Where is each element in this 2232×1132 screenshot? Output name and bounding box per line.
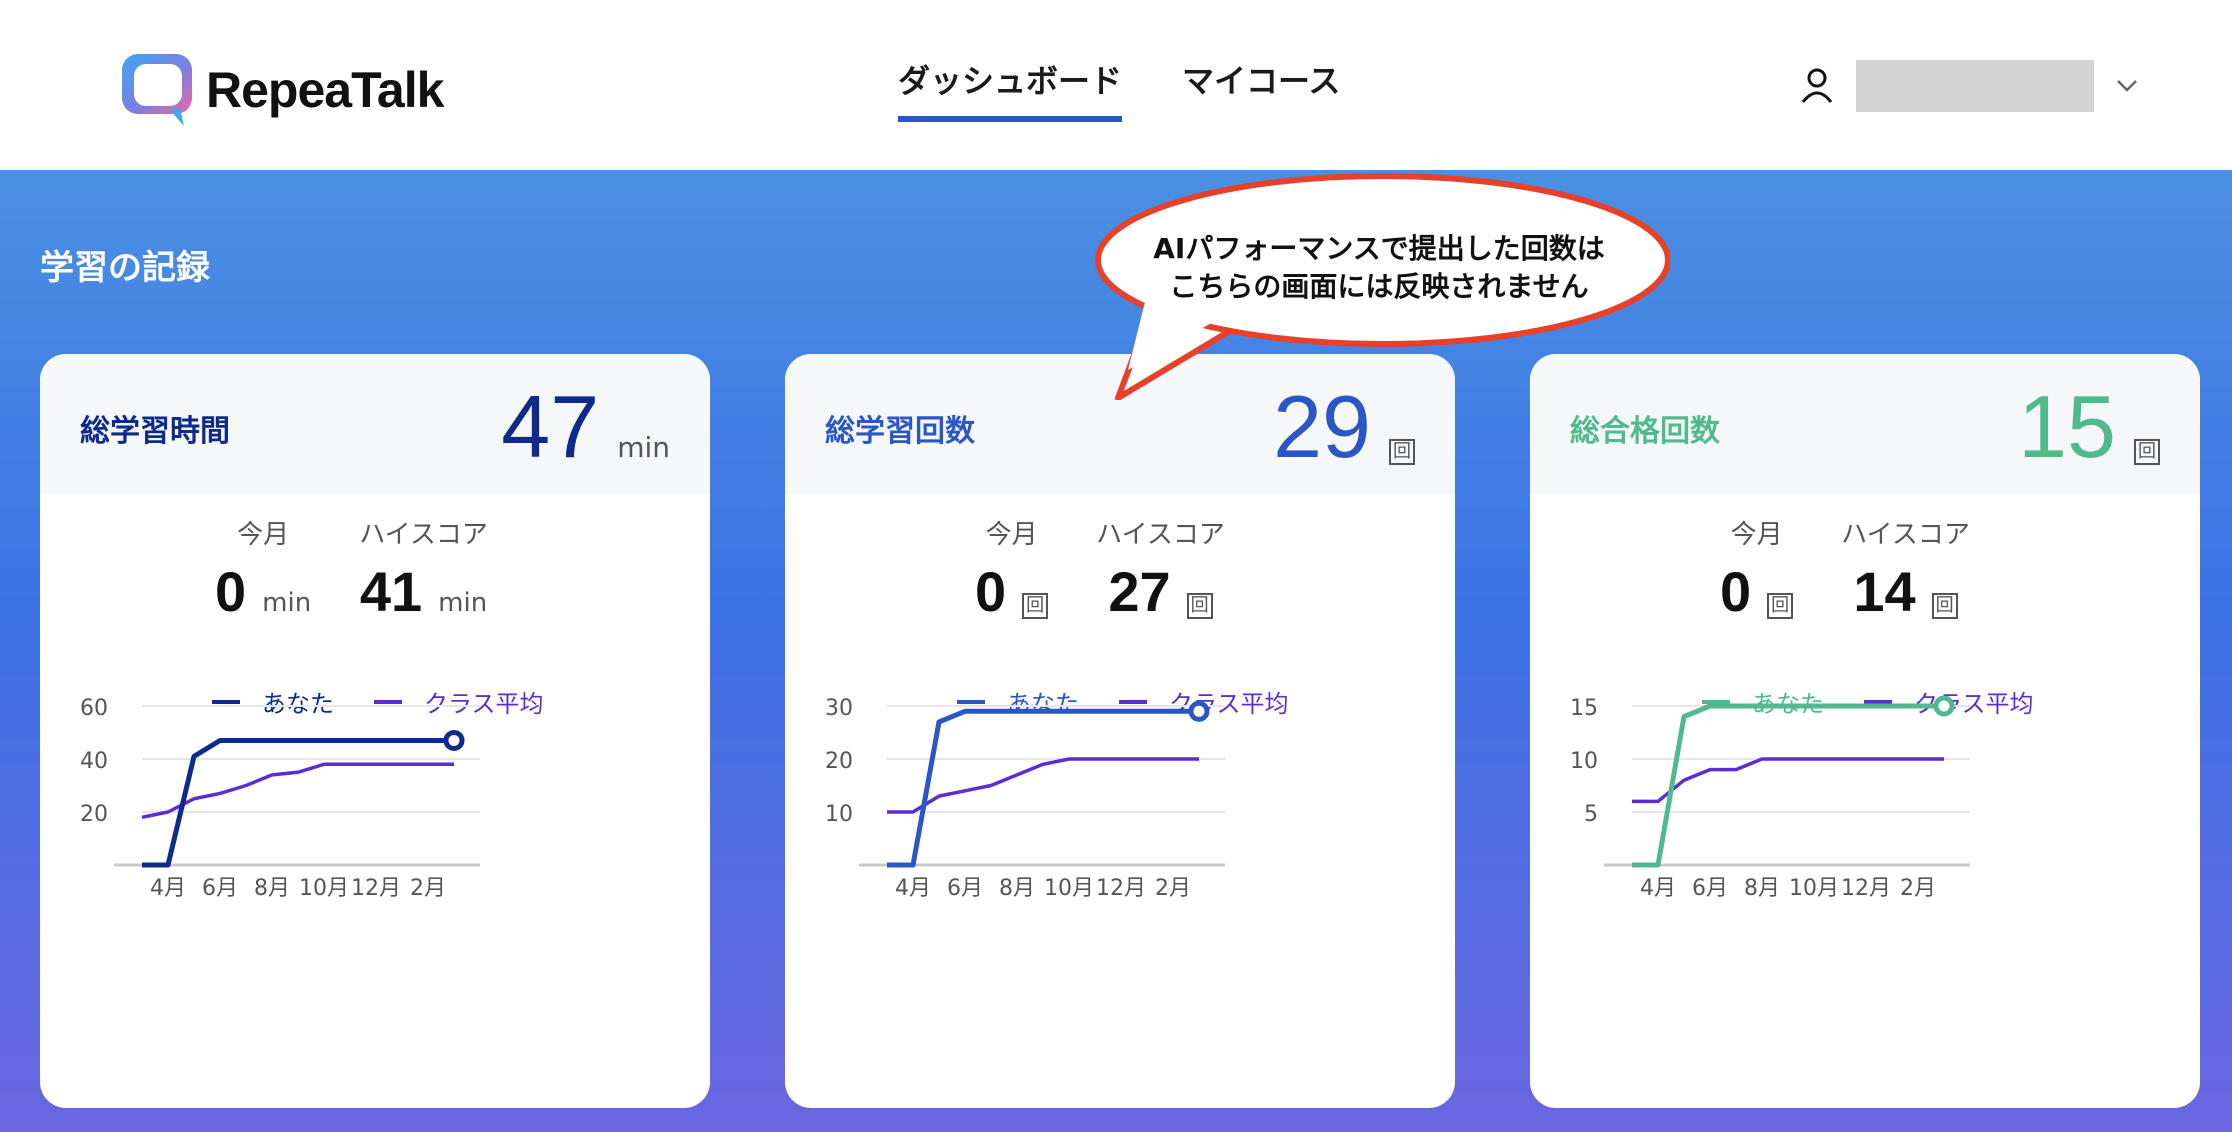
card-total-pass-count: 総合格回数 15 回 今月 0回 ハイスコア 14 回 あなた クラス平均 5 10… (1530, 354, 2200, 1108)
x-tick-label: 10月 (1044, 876, 1094, 901)
main-nav: ダッシュボード マイコース (898, 56, 1340, 122)
tab-dashboard[interactable]: ダッシュボード (898, 56, 1123, 122)
tab-my-course[interactable]: マイコース (1182, 56, 1340, 122)
callout-line-2: こちらの画面には反映されません (1169, 270, 1589, 303)
y-tick-label: 40 (80, 749, 108, 774)
x-tick-label: 8月 (999, 876, 1035, 901)
x-tick-label: 2月 (1155, 876, 1191, 901)
callout-line-1: AIパフォーマンスで提出した回数は (1153, 232, 1605, 265)
top-header: RepeaTalk ダッシュボード マイコース (0, 0, 2232, 170)
y-tick-label: 60 (80, 696, 108, 721)
user-name-redacted (1856, 60, 2094, 112)
card-total-study-time: 総学習時間 47 min 今月 0 min ハイスコア 41 min あなた クラス… (40, 354, 710, 1108)
y-tick-label: 30 (825, 696, 853, 721)
card-total-study-count: 総学習回数 29 回 今月 0回 ハイスコア 27 回 あなた クラス平均 10 2… (785, 354, 1455, 1108)
x-tick-label: 6月 (947, 876, 983, 901)
x-tick-label: 2月 (1900, 876, 1936, 901)
y-tick-label: 20 (825, 749, 853, 774)
x-tick-label: 12月 (351, 876, 401, 901)
user-menu[interactable] (1800, 60, 2138, 112)
chevron-down-icon[interactable] (2116, 79, 2138, 93)
x-tick-label: 10月 (299, 876, 349, 901)
series-line-class-avg (1632, 757, 1944, 804)
y-tick-label: 15 (1570, 696, 1598, 721)
series-end-marker (1933, 695, 1955, 717)
callout-text: AIパフォーマンスで提出した回数は こちらの画面には反映されません (1088, 230, 1670, 306)
series-end-marker (1188, 700, 1210, 722)
y-tick-label: 10 (1570, 749, 1598, 774)
x-tick-label: 4月 (150, 876, 186, 901)
x-tick-label: 6月 (1692, 876, 1728, 901)
x-tick-label: 8月 (254, 876, 290, 901)
x-tick-label: 12月 (1841, 876, 1891, 901)
y-tick-label: 5 (1584, 802, 1598, 827)
x-tick-label: 12月 (1096, 876, 1146, 901)
x-tick-label: 2月 (410, 876, 446, 901)
logo-text: RepeaTalk (206, 62, 444, 118)
x-tick-label: 10月 (1789, 876, 1839, 901)
line-chart: 20 40 60 4月 6月 8月 10月 12月 2月 (80, 696, 480, 901)
x-tick-label: 8月 (1744, 876, 1780, 901)
y-tick-label: 20 (80, 802, 108, 827)
line-chart: 5 10 15 4月 6月 8月 10月 12月 2月 (1570, 695, 1970, 901)
section-title: 学習の記録 (40, 248, 210, 288)
series-line-you (887, 708, 1199, 868)
logo[interactable]: RepeaTalk (118, 50, 444, 130)
user-icon (1801, 68, 1833, 103)
y-tick-label: 10 (825, 802, 853, 827)
line-chart: 10 20 30 4月 6月 8月 10月 12月 2月 (825, 696, 1225, 901)
series-line-class-avg (887, 757, 1199, 814)
x-tick-label: 4月 (1640, 876, 1676, 901)
x-tick-label: 6月 (202, 876, 238, 901)
series-end-marker (443, 729, 465, 751)
logo-speech-bubble-icon (118, 50, 200, 130)
x-tick-label: 4月 (895, 876, 931, 901)
